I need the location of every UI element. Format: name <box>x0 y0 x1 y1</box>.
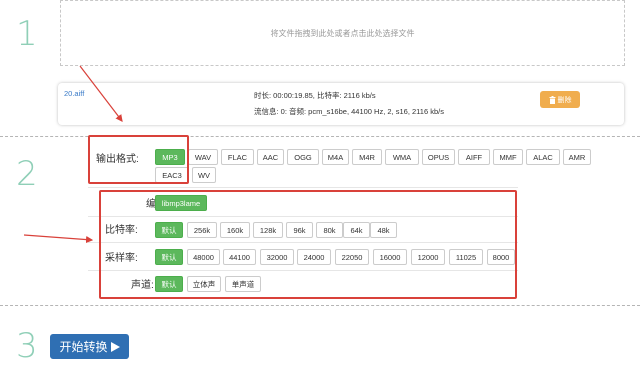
arrow-to-output-format <box>79 65 123 122</box>
annotation-arrows <box>23 65 123 244</box>
arrow-to-encoding-settings <box>23 234 94 244</box>
